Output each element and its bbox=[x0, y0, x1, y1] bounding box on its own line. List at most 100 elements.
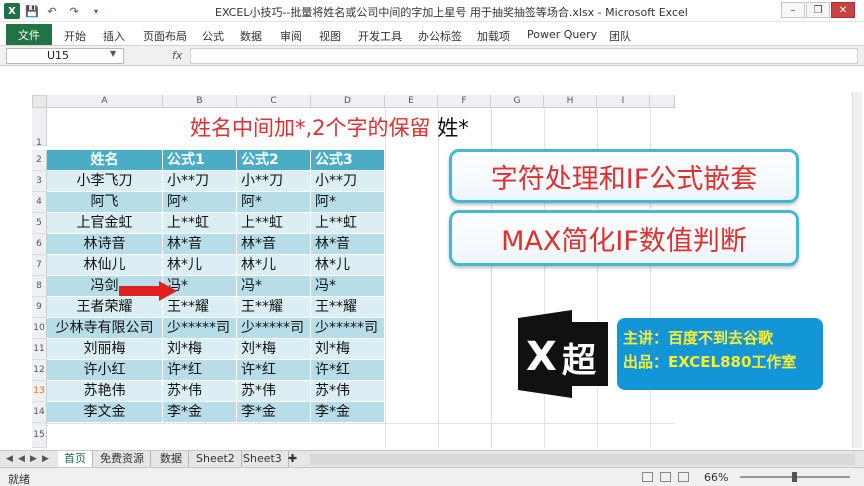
row-header-6[interactable]: 6 bbox=[32, 234, 47, 255]
formula1-cell[interactable]: 阿* bbox=[163, 192, 237, 213]
name-cell[interactable]: 林仙儿 bbox=[47, 255, 163, 276]
formula1-cell[interactable]: 少*****司 bbox=[163, 318, 237, 339]
tab-file[interactable]: 文件 bbox=[6, 24, 52, 45]
new-sheet-icon[interactable]: ✚ bbox=[284, 451, 301, 467]
formula2-cell[interactable]: 林*音 bbox=[237, 234, 311, 255]
formula1-cell[interactable]: 小**刀 bbox=[163, 171, 237, 192]
formula2-cell[interactable]: 林*儿 bbox=[237, 255, 311, 276]
minimize-button[interactable]: – bbox=[781, 2, 805, 18]
formula3-cell[interactable]: 阿* bbox=[311, 192, 385, 213]
name-cell[interactable]: 少林寺有限公司 bbox=[47, 318, 163, 339]
save-icon[interactable]: 💾 bbox=[24, 3, 40, 19]
row-header-2[interactable]: 2 bbox=[32, 150, 47, 171]
formula3-cell[interactable]: 刘*梅 bbox=[311, 339, 385, 360]
tab-view[interactable]: 视图 bbox=[319, 28, 341, 44]
row-header-10[interactable]: 10 bbox=[32, 318, 47, 339]
vertical-scrollbar[interactable] bbox=[852, 92, 862, 448]
column-header-d[interactable]: D bbox=[311, 95, 385, 108]
zoom-level[interactable]: 66% bbox=[704, 471, 728, 484]
name-cell[interactable]: 李文金 bbox=[47, 402, 163, 423]
page-break-view-icon[interactable] bbox=[678, 472, 689, 482]
column-header-g[interactable]: G bbox=[491, 95, 544, 108]
horizontal-scrollbar[interactable] bbox=[310, 454, 855, 465]
name-cell[interactable]: 阿飞 bbox=[47, 192, 163, 213]
row-header-12[interactable]: 12 bbox=[32, 360, 47, 381]
name-box-dropdown-icon[interactable]: ▼ bbox=[110, 49, 116, 58]
header-cell-name[interactable]: 姓名 bbox=[47, 150, 163, 171]
name-cell[interactable]: 上官金虹 bbox=[47, 213, 163, 234]
undo-icon[interactable]: ↶ bbox=[44, 3, 60, 19]
tab-insert[interactable]: 插入 bbox=[103, 28, 125, 44]
formula3-cell[interactable]: 苏*伟 bbox=[311, 381, 385, 402]
name-cell[interactable]: 林诗音 bbox=[47, 234, 163, 255]
zoom-slider-thumb[interactable] bbox=[792, 472, 797, 482]
tab-office-tab[interactable]: 办公标签 bbox=[418, 28, 462, 44]
formula2-cell[interactable]: 上**虹 bbox=[237, 213, 311, 234]
name-cell[interactable]: 苏艳伟 bbox=[47, 381, 163, 402]
formula1-cell[interactable]: 李*金 bbox=[163, 402, 237, 423]
customize-toolbar-icon[interactable]: ▾ bbox=[88, 3, 104, 19]
formula2-cell[interactable]: 少*****司 bbox=[237, 318, 311, 339]
formula3-cell[interactable]: 冯* bbox=[311, 276, 385, 297]
formula2-cell[interactable]: 冯* bbox=[237, 276, 311, 297]
tab-formulas[interactable]: 公式 bbox=[202, 28, 224, 44]
formula1-cell[interactable]: 苏*伟 bbox=[163, 381, 237, 402]
sheet-tab-data[interactable]: 数据 bbox=[154, 451, 189, 467]
row-header-5[interactable]: 5 bbox=[32, 213, 47, 234]
tab-add-ins[interactable]: 加载项 bbox=[477, 28, 510, 44]
row-header-15[interactable]: 15 bbox=[32, 423, 47, 448]
name-cell[interactable]: 许小红 bbox=[47, 360, 163, 381]
row-header-7[interactable]: 7 bbox=[32, 255, 47, 276]
tab-team[interactable]: 团队 bbox=[609, 28, 631, 44]
formula3-cell[interactable]: 许*红 bbox=[311, 360, 385, 381]
restore-button[interactable]: ❐ bbox=[806, 2, 830, 18]
formula1-cell[interactable]: 林*儿 bbox=[163, 255, 237, 276]
tab-data[interactable]: 数据 bbox=[240, 28, 262, 44]
column-header-f[interactable]: F bbox=[438, 95, 491, 108]
name-box[interactable]: U15 bbox=[6, 48, 124, 64]
formula2-cell[interactable]: 王**耀 bbox=[237, 297, 311, 318]
row-header-1[interactable]: 1 bbox=[32, 108, 47, 148]
next-sheet-icon[interactable]: ▶ bbox=[30, 454, 37, 464]
row-header-11[interactable]: 11 bbox=[32, 339, 47, 360]
row-header-14[interactable]: 14 bbox=[32, 402, 47, 423]
formula1-cell[interactable]: 许*红 bbox=[163, 360, 237, 381]
normal-view-icon[interactable] bbox=[642, 472, 653, 482]
name-cell[interactable]: 刘丽梅 bbox=[47, 339, 163, 360]
close-button[interactable]: ✕ bbox=[831, 2, 855, 18]
insert-function-icon[interactable]: fx bbox=[172, 49, 182, 62]
sheet-tab-free-resources[interactable]: 免费资源 bbox=[94, 451, 151, 467]
formula1-cell[interactable]: 上**虹 bbox=[163, 213, 237, 234]
name-cell[interactable]: 小李飞刀 bbox=[47, 171, 163, 192]
page-layout-view-icon[interactable] bbox=[660, 472, 671, 482]
tab-review[interactable]: 审阅 bbox=[280, 28, 302, 44]
formula1-cell[interactable]: 林*音 bbox=[163, 234, 237, 255]
row-header-9[interactable]: 9 bbox=[32, 297, 47, 318]
select-all-corner[interactable] bbox=[32, 95, 47, 108]
formula2-cell[interactable]: 阿* bbox=[237, 192, 311, 213]
redo-icon[interactable]: ↷ bbox=[66, 3, 82, 19]
column-header-a[interactable]: A bbox=[47, 95, 163, 108]
tab-developer[interactable]: 开发工具 bbox=[358, 28, 402, 44]
formula3-cell[interactable]: 少*****司 bbox=[311, 318, 385, 339]
formula1-cell[interactable]: 刘*梅 bbox=[163, 339, 237, 360]
formula3-cell[interactable]: 李*金 bbox=[311, 402, 385, 423]
formula3-cell[interactable]: 王**耀 bbox=[311, 297, 385, 318]
column-header-i[interactable]: I bbox=[597, 95, 650, 108]
formula2-cell[interactable]: 许*红 bbox=[237, 360, 311, 381]
formula2-cell[interactable]: 苏*伟 bbox=[237, 381, 311, 402]
column-header-h[interactable]: H bbox=[544, 95, 597, 108]
sheet-tab-home[interactable]: 首页 bbox=[58, 451, 93, 467]
formula3-cell[interactable]: 林*音 bbox=[311, 234, 385, 255]
header-cell-formula2[interactable]: 公式2 bbox=[237, 150, 311, 171]
row-header-4[interactable]: 4 bbox=[32, 192, 47, 213]
formula3-cell[interactable]: 林*儿 bbox=[311, 255, 385, 276]
header-cell-formula1[interactable]: 公式1 bbox=[163, 150, 237, 171]
excel-app-icon[interactable]: X bbox=[4, 3, 20, 19]
column-header-e[interactable]: E bbox=[385, 95, 438, 108]
tab-power-query[interactable]: Power Query bbox=[527, 28, 597, 41]
sheet-tab-sheet2[interactable]: Sheet2 bbox=[190, 451, 242, 467]
first-sheet-icon[interactable]: ◀ bbox=[6, 454, 13, 464]
sheet-tab-sheet3[interactable]: Sheet3 bbox=[237, 451, 289, 467]
formula-input[interactable] bbox=[190, 48, 858, 64]
